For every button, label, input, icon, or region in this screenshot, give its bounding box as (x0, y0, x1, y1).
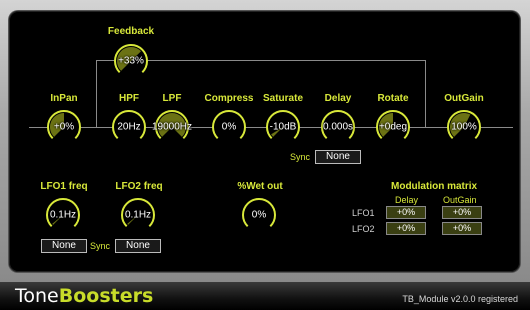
lpf-knob[interactable]: 19000Hz (151, 109, 193, 145)
delay-value: 0.000s (322, 121, 354, 133)
inpan-label: InPan (50, 93, 78, 104)
matrix-title: Modulation matrix (391, 181, 478, 192)
matrix-row-name: LFO2 (352, 224, 375, 234)
lfo2-label: LFO2 freq (115, 181, 163, 192)
rotate-knob[interactable]: +0deg (375, 109, 411, 145)
brand-logo: ToneBoosters (15, 285, 153, 307)
feedback-label: Feedback (107, 26, 155, 37)
outgain-label: OutGain (444, 93, 484, 104)
saturate-knob[interactable]: -10dB (265, 109, 301, 145)
inpan-value: +0% (53, 121, 75, 133)
lpf-value: 19000Hz (151, 121, 193, 133)
matrix-lfo1-outgain[interactable]: +0% (442, 206, 482, 219)
footer-bar: ToneBoosters TB_Module v2.0.0 registered (0, 282, 530, 310)
hpf-knob[interactable]: 20Hz (111, 109, 147, 145)
matrix-lfo2-delay[interactable]: +0% (386, 222, 426, 235)
rotate-label: Rotate (377, 93, 409, 104)
lfo1-sync-select[interactable]: None (41, 239, 87, 253)
feedback-value: +33% (118, 55, 144, 67)
lfo1-knob[interactable]: 0.1Hz (45, 197, 81, 233)
saturate-value: -10dB (269, 121, 297, 133)
outgain-knob[interactable]: 100% (446, 109, 482, 145)
feedback-wire-right (425, 60, 426, 127)
delay-sync-label: Sync (290, 152, 311, 162)
lfo2-sync-select[interactable]: None (115, 239, 161, 253)
hpf-value: 20Hz (117, 121, 141, 133)
wet-value: 0% (251, 209, 267, 221)
lfo2-value: 0.1Hz (124, 209, 152, 221)
matrix-row-name: LFO1 (352, 208, 375, 218)
compress-value: 0% (221, 121, 237, 133)
version-text: TB_Module v2.0.0 registered (402, 294, 518, 304)
lfo2-knob[interactable]: 0.1Hz (120, 197, 156, 233)
matrix-lfo1-delay[interactable]: +0% (386, 206, 426, 219)
lpf-label: LPF (162, 93, 182, 104)
saturate-label: Saturate (262, 93, 304, 104)
lfo2-sync-label: Sync (90, 241, 111, 251)
hpf-label: HPF (119, 93, 139, 104)
feedback-wire-left (96, 60, 97, 127)
lfo1-value: 0.1Hz (49, 209, 77, 221)
matrix-lfo2-outgain[interactable]: +0% (442, 222, 482, 235)
compress-knob[interactable]: 0% (211, 109, 247, 145)
control-panel: Feedback +33% InPan HPF LPF Compress Sat… (9, 11, 520, 272)
matrix-col-outgain: OutGain (443, 195, 477, 205)
outgain-value: 100% (451, 121, 477, 133)
delay-label: Delay (324, 93, 352, 104)
delay-sync-select[interactable]: None (315, 150, 361, 164)
inpan-knob[interactable]: +0% (46, 109, 82, 145)
feedback-knob[interactable]: +33% (113, 43, 149, 79)
wet-label: %Wet out (237, 181, 283, 192)
brand-text-tone: Tone (15, 285, 59, 307)
brand-text-boosters: Boosters (58, 285, 154, 307)
wet-knob[interactable]: 0% (241, 197, 277, 233)
delay-knob[interactable]: 0.000s (320, 109, 356, 145)
lfo1-label: LFO1 freq (40, 181, 88, 192)
rotate-value: +0deg (378, 121, 408, 133)
compress-label: Compress (204, 93, 254, 104)
matrix-col-delay: Delay (395, 195, 419, 205)
